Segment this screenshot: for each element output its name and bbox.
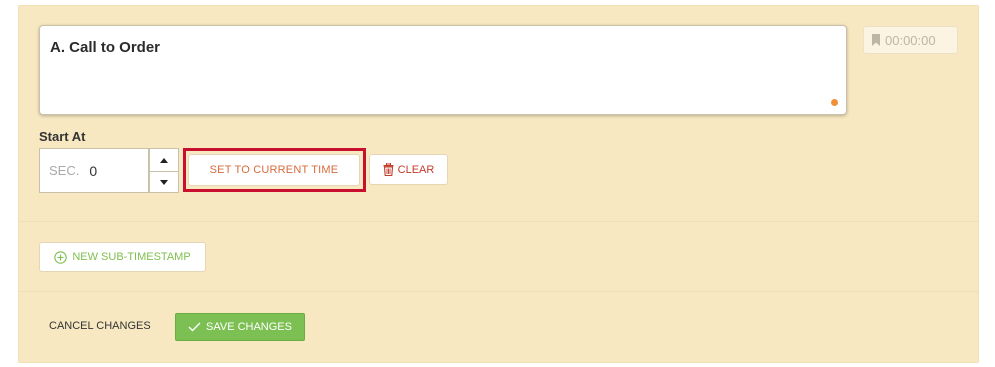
- start-seconds-input[interactable]: SEC. 0: [39, 148, 149, 193]
- clear-label: CLEAR: [397, 163, 435, 176]
- seconds-stepper[interactable]: [149, 148, 179, 193]
- seconds-unit: SEC.: [49, 163, 80, 178]
- stepper-up-button[interactable]: [150, 149, 178, 171]
- save-changes-button[interactable]: SAVE CHANGES: [175, 313, 305, 341]
- new-sub-timestamp-button[interactable]: NEW SUB-TIMESTAMP: [39, 242, 206, 272]
- save-changes-label: SAVE CHANGES: [206, 321, 292, 333]
- caret-up-icon: [160, 157, 168, 163]
- set-to-current-time-label: SET TO CURRENT TIME: [209, 164, 339, 176]
- new-sub-timestamp-label: NEW SUB-TIMESTAMP: [72, 251, 191, 263]
- caret-down-icon: [160, 180, 168, 185]
- set-to-current-time-button[interactable]: SET TO CURRENT TIME: [188, 154, 360, 186]
- footer-divider: [18, 291, 979, 292]
- bookmark-icon: [872, 34, 880, 46]
- timestamp-time: 00:00:00: [885, 32, 936, 48]
- start-at-label: Start At: [39, 129, 86, 144]
- stepper-down-button[interactable]: [150, 171, 178, 193]
- status-dot: [831, 99, 838, 106]
- checkmark-icon: [188, 322, 201, 332]
- trash-icon: [383, 163, 394, 176]
- item-title-editor[interactable]: A. Call to Order: [39, 25, 847, 115]
- seconds-value[interactable]: 0: [89, 163, 97, 179]
- clear-button[interactable]: CLEAR: [369, 154, 448, 185]
- timestamp-chip[interactable]: 00:00:00: [863, 26, 958, 54]
- item-title: A. Call to Order: [50, 39, 161, 56]
- section-divider: [18, 221, 979, 222]
- plus-circle-icon: [54, 250, 68, 264]
- cancel-changes-button[interactable]: CANCEL CHANGES: [49, 320, 151, 332]
